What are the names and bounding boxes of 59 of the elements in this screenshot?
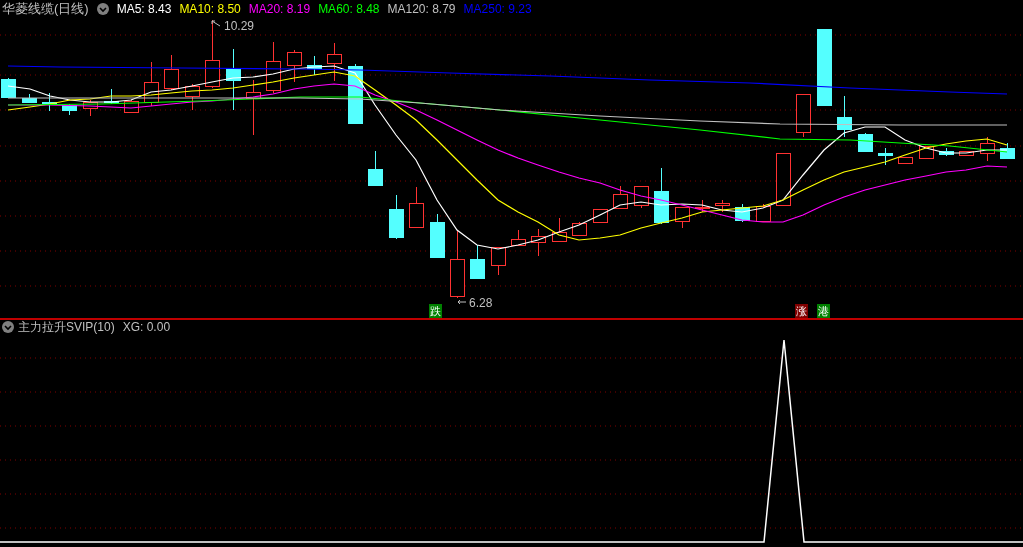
signal-marker: 港 <box>817 304 830 318</box>
indicator-title: 主力拉升SVIP(10) <box>18 319 115 335</box>
candlestick <box>858 132 873 153</box>
ma-legend-item: MA120: 8.79 <box>387 1 456 17</box>
ma-legend-item: MA250: 9.23 <box>463 1 532 17</box>
candlestick <box>287 49 302 83</box>
candlestick <box>531 228 546 257</box>
price-label: 10.29 <box>224 19 255 33</box>
candlestick <box>654 167 669 225</box>
candlestick <box>470 244 485 280</box>
indicator-value: XG: 0.00 <box>122 319 171 335</box>
candlestick <box>226 48 241 111</box>
signal-marker: 涨 <box>795 304 808 318</box>
collapse-icon[interactable] <box>96 3 109 15</box>
candlestick <box>368 150 383 186</box>
candlestick <box>776 152 791 207</box>
candlestick <box>572 221 587 237</box>
candlestick <box>715 199 730 213</box>
candlestick <box>511 229 526 246</box>
candlestick <box>675 206 690 229</box>
candlestick <box>552 217 567 243</box>
candlestick <box>796 93 811 138</box>
chart-title: 华菱线缆(日线) <box>2 1 89 17</box>
candlestick <box>939 147 954 157</box>
candlestick <box>83 99 98 117</box>
candlestick <box>42 92 57 112</box>
candlestick <box>266 41 281 94</box>
pointer-arrow-icon <box>457 299 467 305</box>
candlestick <box>185 83 200 111</box>
candlestick <box>837 95 852 138</box>
candlestick <box>62 103 77 116</box>
candlestick <box>144 61 159 107</box>
ma-legend-item: MA20: 8.19 <box>248 1 311 17</box>
candlestick <box>1 77 16 98</box>
candlestick <box>124 99 139 114</box>
candlestick <box>491 246 506 276</box>
candlestick <box>389 194 404 240</box>
pointer-arrow-icon <box>211 20 221 28</box>
collapse-icon[interactable] <box>2 321 14 333</box>
candlestick <box>878 147 893 166</box>
candlestick <box>593 208 608 223</box>
ma-legend-item: MA60: 8.48 <box>318 1 380 17</box>
ma-legend-item: MA10: 8.50 <box>179 1 241 17</box>
signal-marker: 跌 <box>429 304 442 318</box>
candlestick <box>613 185 628 209</box>
candlestick <box>980 136 995 162</box>
candlestick <box>898 156 913 164</box>
candlestick <box>450 229 465 299</box>
candlestick <box>430 213 445 258</box>
price-label: 6.28 <box>469 296 493 310</box>
candlestick <box>22 93 37 104</box>
candlestick <box>164 54 179 91</box>
candlestick <box>409 186 424 228</box>
candlestick <box>1000 142 1015 159</box>
ma-legend-item: MA5: 8.43 <box>116 1 172 17</box>
candlestick <box>307 55 322 76</box>
candlestick <box>327 42 342 82</box>
candlestick <box>959 150 974 156</box>
candlestick <box>246 79 261 136</box>
